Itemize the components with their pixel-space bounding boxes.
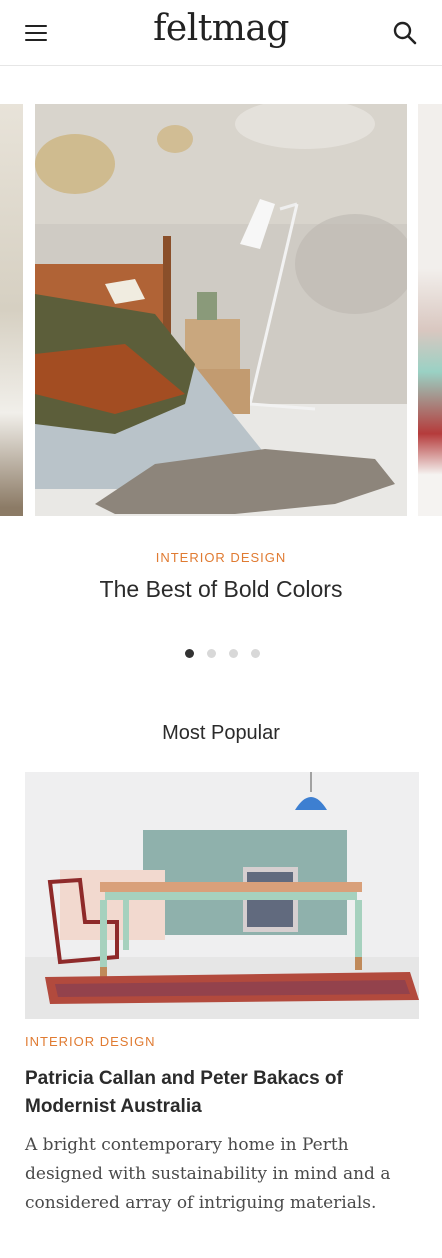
carousel-dot[interactable] <box>229 649 238 658</box>
popular-article-image[interactable] <box>25 772 419 1019</box>
popular-article-title[interactable]: Patricia Callan and Peter Bakacs of Mode… <box>25 1065 405 1121</box>
site-header: feltmag <box>0 0 442 66</box>
most-popular-heading: Most Popular <box>162 722 280 744</box>
carousel-dot[interactable] <box>185 649 194 658</box>
carousel-slide-next[interactable] <box>418 104 442 516</box>
slide-category[interactable]: INTERIOR DESIGN <box>0 550 442 565</box>
carousel-dot[interactable] <box>251 649 260 658</box>
featured-carousel[interactable] <box>0 104 442 516</box>
search-icon[interactable] <box>392 20 418 46</box>
popular-article-excerpt: A bright contemporary home in Perth desi… <box>25 1135 391 1213</box>
slide-title[interactable]: The Best of Bold Colors <box>0 576 442 603</box>
carousel-slide-previous[interactable] <box>0 104 23 516</box>
popular-article-category[interactable]: INTERIOR DESIGN <box>25 1034 156 1049</box>
carousel-dot[interactable] <box>207 649 216 658</box>
carousel-slide-image[interactable] <box>35 104 407 516</box>
carousel-pagination <box>185 643 273 658</box>
site-logo[interactable]: feltmag <box>0 8 442 49</box>
